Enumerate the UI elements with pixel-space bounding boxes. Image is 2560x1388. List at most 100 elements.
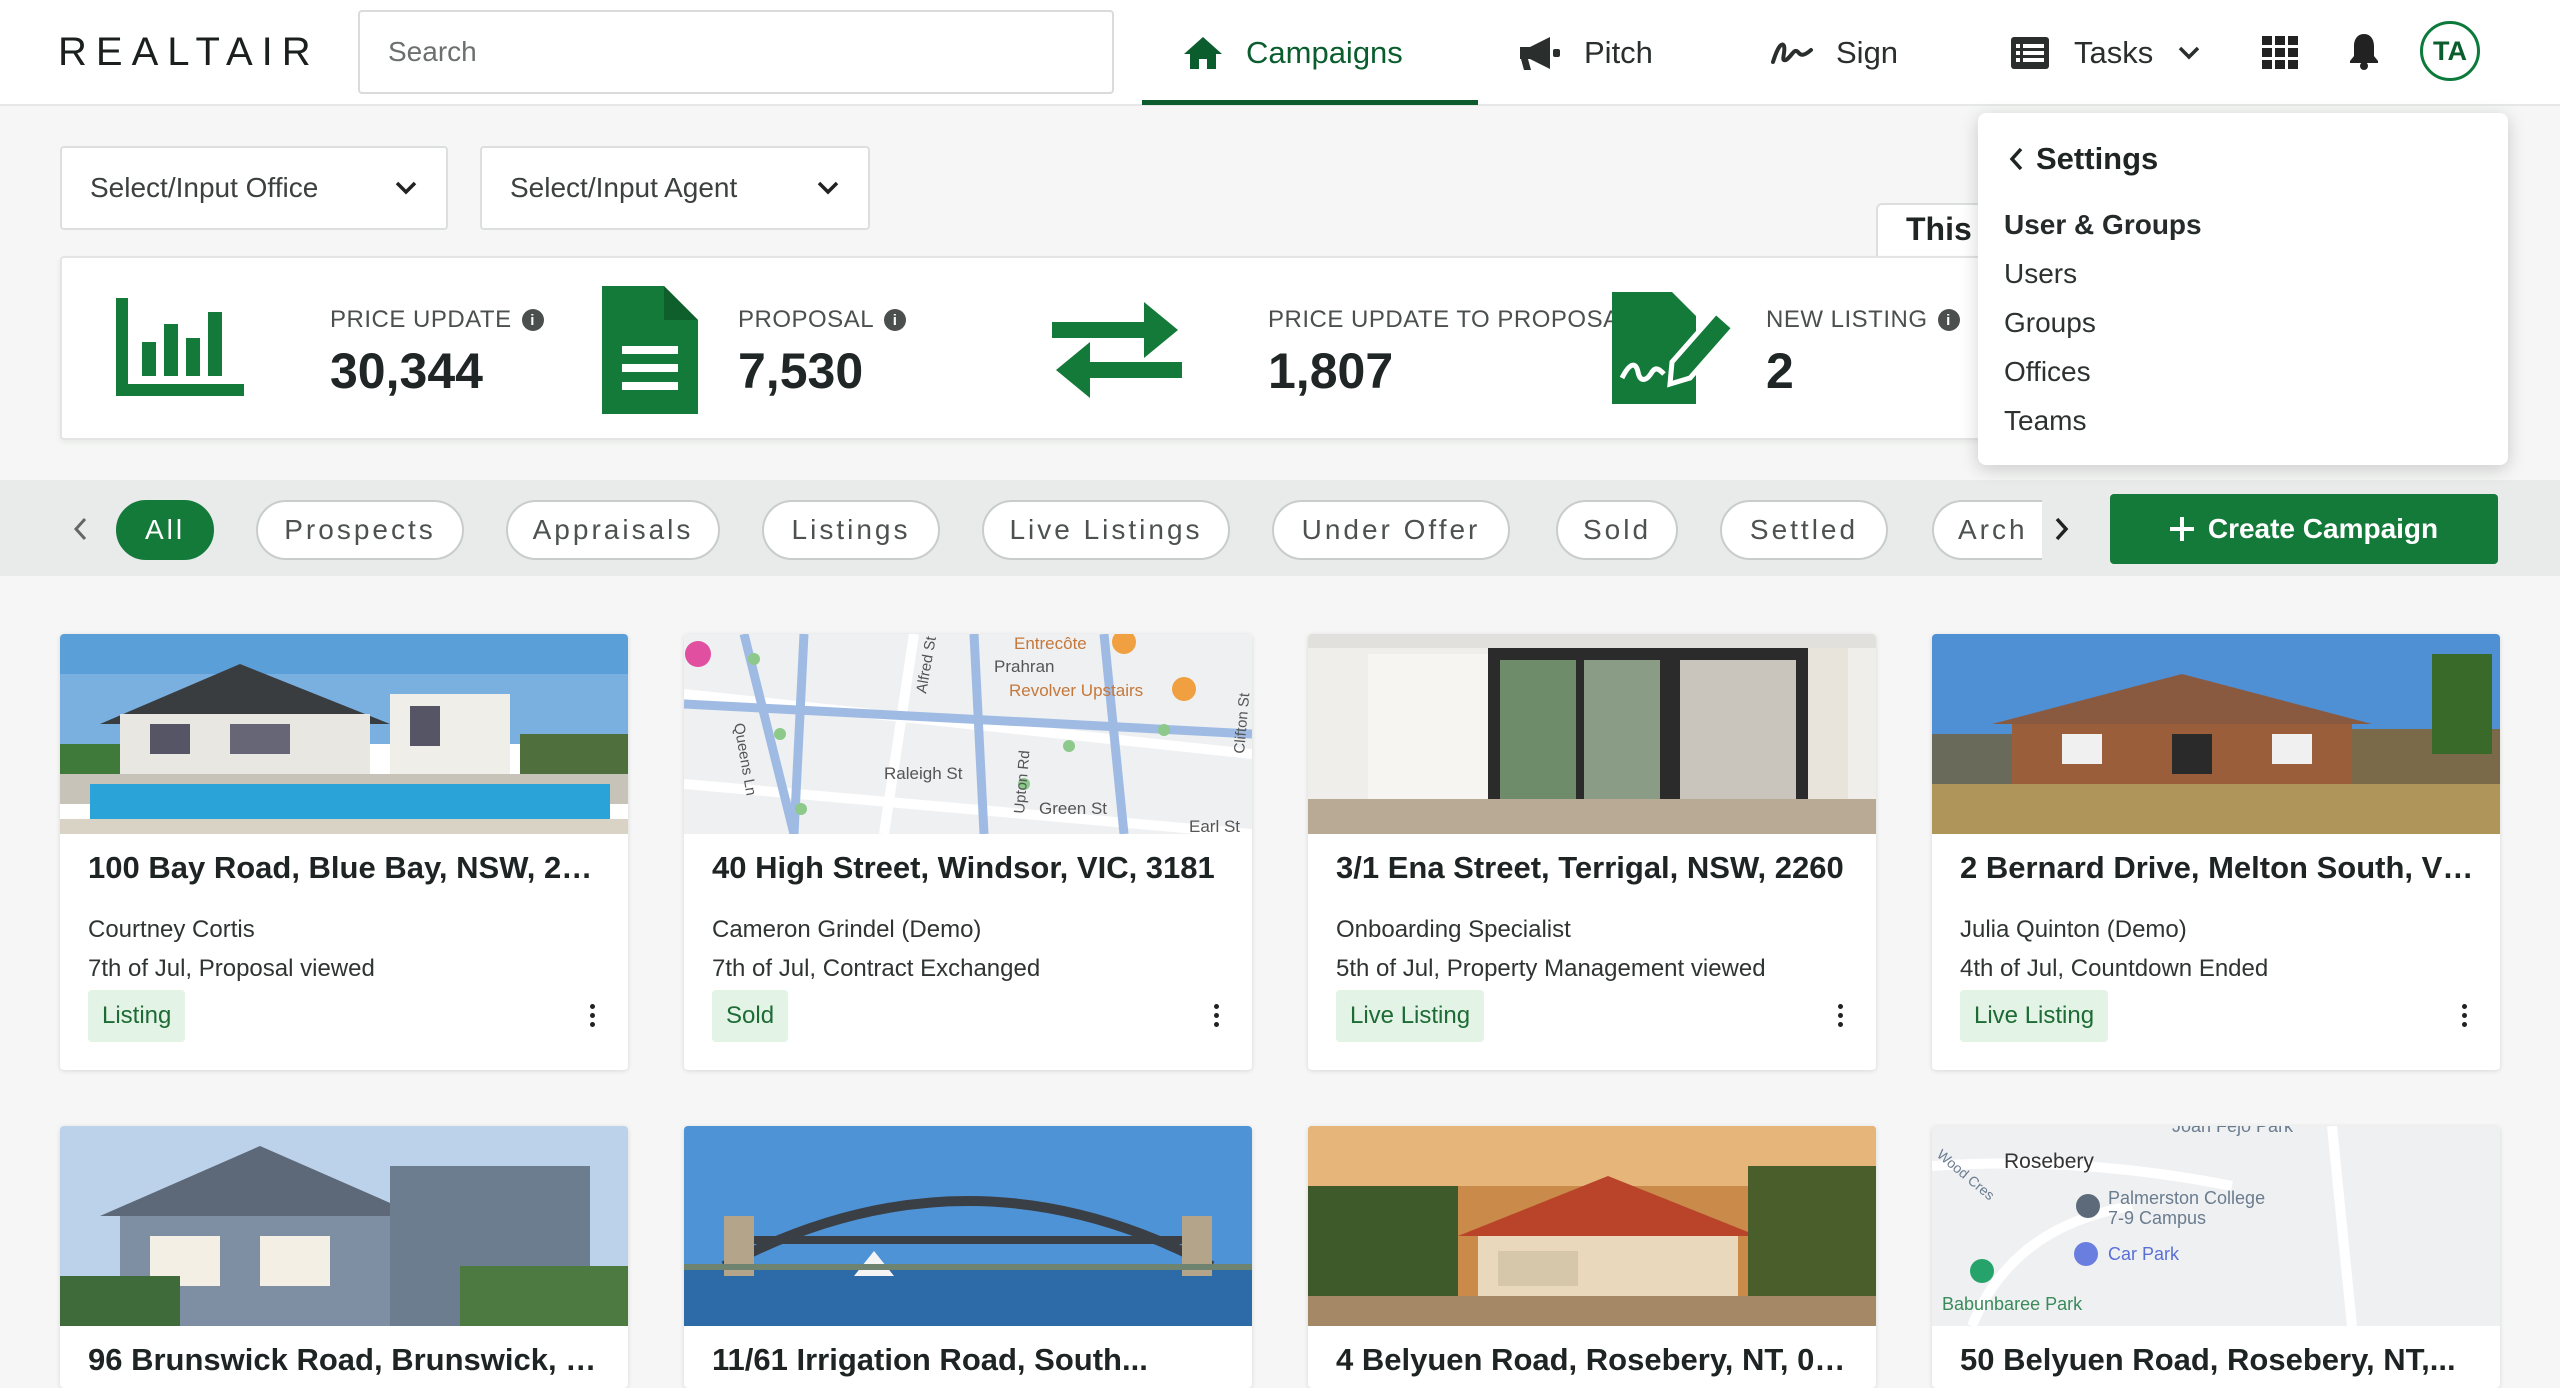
map-label: Babunbaree Park (1942, 1294, 2083, 1314)
active-tab-indicator (1142, 100, 1478, 105)
status-badge: Sold (712, 990, 789, 1042)
property-map: Entrecôte Prahran Revolver Upstairs Rale… (684, 634, 1252, 834)
campaign-card[interactable]: 100 Bay Road, Blue Bay, NSW, 2261 Courtn… (60, 634, 628, 1070)
settings-back-button[interactable]: Settings (2008, 141, 2158, 177)
stat-value: 30,344 (330, 343, 483, 399)
apps-grid-icon[interactable] (2262, 36, 2298, 75)
tab-pitch[interactable]: Pitch (1516, 0, 1653, 106)
agent-name: Onboarding Specialist (1336, 916, 1571, 943)
status-badge: Listing (88, 990, 186, 1042)
chip-prospects[interactable]: Prospects (256, 500, 464, 560)
chip-listings[interactable]: Listings (762, 500, 940, 560)
property-map: Joan Fejo Park Rosebery Palmerston Colle… (1932, 1126, 2500, 1326)
settings-item-users[interactable]: Users (2004, 258, 2077, 290)
period-tab[interactable]: This (1876, 203, 1986, 257)
bar-chart-icon (116, 298, 244, 396)
campaign-card[interactable]: 2 Bernard Drive, Melton South, VIC,... J… (1932, 634, 2500, 1070)
property-photo (1932, 634, 2500, 834)
settings-item-teams[interactable]: Teams (2004, 405, 2086, 437)
property-photo (1308, 1126, 1876, 1326)
stat-label: PROPOSAL (738, 306, 875, 333)
map-label: Joan Fejo Park (2172, 1126, 2294, 1136)
settings-back-label: Settings (2036, 141, 2159, 176)
property-photo (60, 1126, 628, 1326)
signature-icon (1771, 42, 1813, 64)
map-label: Entrecôte (1014, 634, 1087, 653)
plus-icon (2169, 517, 2194, 541)
tab-sign[interactable]: Sign (1770, 0, 1898, 106)
chip-archived[interactable]: Arch (1932, 500, 2042, 560)
property-address: 96 Brunswick Road, Brunswick, VIC,... (88, 1342, 608, 1377)
property-photo (1308, 634, 1876, 834)
chevron-left-icon (2009, 147, 2023, 171)
chip-sold[interactable]: Sold (1556, 500, 1678, 560)
tab-campaigns[interactable]: Campaigns (1182, 0, 1403, 106)
more-options-icon[interactable] (2458, 1000, 2470, 1036)
property-address: 4 Belyuen Road, Rosebery, NT, 0832 (1336, 1342, 1856, 1377)
office-select[interactable]: Select/Input Office (60, 146, 448, 230)
chevron-left-icon[interactable] (72, 516, 88, 547)
info-icon[interactable]: i (521, 309, 544, 331)
office-select-label: Select/Input Office (90, 172, 319, 203)
tab-campaigns-label: Campaigns (1246, 35, 1403, 70)
signed-document-icon (1612, 292, 1738, 404)
search-input[interactable] (358, 10, 1114, 94)
more-options-icon[interactable] (1210, 1000, 1222, 1036)
tab-pitch-label: Pitch (1584, 35, 1653, 70)
property-photo (684, 1126, 1252, 1326)
chip-live-listings[interactable]: Live Listings (982, 500, 1230, 560)
chip-all[interactable]: All (116, 500, 214, 560)
status-badge: Live Listing (1960, 990, 2109, 1042)
campaign-card[interactable]: 11/61 Irrigation Road, South... (684, 1126, 1252, 1388)
campaign-card[interactable]: 4 Belyuen Road, Rosebery, NT, 0832 (1308, 1126, 1876, 1388)
chip-under-offer[interactable]: Under Offer (1272, 500, 1510, 560)
avatar[interactable]: TA (2420, 21, 2480, 81)
campaign-card[interactable]: 96 Brunswick Road, Brunswick, VIC,... (60, 1126, 628, 1388)
chip-settled[interactable]: Settled (1720, 500, 1888, 560)
campaign-card[interactable]: Entrecôte Prahran Revolver Upstairs Rale… (684, 634, 1252, 1070)
home-icon (1184, 37, 1222, 69)
status-badge: Live Listing (1336, 990, 1485, 1042)
info-icon[interactable]: i (1937, 309, 1960, 331)
more-options-icon[interactable] (586, 1000, 598, 1036)
property-address: 50 Belyuen Road, Rosebery, NT,... (1960, 1342, 2456, 1377)
bell-icon[interactable] (2348, 32, 2380, 75)
settings-dropdown: Settings User & Groups Users Groups Offi… (1978, 113, 2508, 465)
stat-value: 1,807 (1268, 343, 1394, 399)
campaign-card[interactable]: Joan Fejo Park Rosebery Palmerston Colle… (1932, 1126, 2500, 1388)
stat-value: 2 (1766, 343, 1794, 399)
chevron-down-icon (817, 181, 839, 195)
last-activity: 7th of Jul, Contract Exchanged (712, 955, 1041, 982)
agent-name: Courtney Cortis (88, 916, 255, 943)
property-address: 40 High Street, Windsor, VIC, 3181 (712, 850, 1215, 885)
create-campaign-label: Create Campaign (2207, 513, 2439, 544)
map-label: Car Park (2108, 1244, 2180, 1264)
tab-sign-label: Sign (1836, 35, 1899, 70)
chip-appraisals[interactable]: Appraisals (506, 500, 720, 560)
property-photo (60, 634, 628, 834)
megaphone-icon (1520, 37, 1560, 70)
property-address: 2 Bernard Drive, Melton South, VIC,... (1960, 850, 2480, 885)
campaign-card[interactable]: 3/1 Ena Street, Terrigal, NSW, 2260 Onbo… (1308, 634, 1876, 1070)
stats-card: PRICE UPDATE i 30,344 PROPOSAL i 7,530 PRI… (60, 256, 2060, 440)
tab-tasks[interactable]: Tasks (2010, 0, 2201, 106)
stat-label: NEW LISTING (1766, 306, 1928, 333)
chevron-right-icon[interactable] (2054, 516, 2070, 547)
map-label: Prahran (994, 657, 1054, 676)
info-icon[interactable]: i (884, 309, 907, 331)
realtair-logo[interactable]: REALTAIR (58, 30, 320, 75)
stat-value: 7,530 (738, 343, 864, 399)
more-options-icon[interactable] (1834, 1000, 1846, 1036)
agent-name: Cameron Grindel (Demo) (712, 916, 982, 943)
create-campaign-button[interactable]: Create Campaign (2110, 494, 2498, 564)
agent-select[interactable]: Select/Input Agent (480, 146, 870, 230)
top-nav: REALTAIR Campaigns Pitch Sign Tasks TA (0, 0, 2560, 106)
settings-item-groups[interactable]: Groups (2004, 307, 2096, 339)
property-address: 3/1 Ena Street, Terrigal, NSW, 2260 (1336, 850, 1844, 885)
settings-section-heading: User & Groups (2004, 209, 2202, 240)
settings-item-offices[interactable]: Offices (2004, 356, 2091, 388)
map-label: 7-9 Campus (2108, 1208, 2206, 1228)
tab-tasks-label: Tasks (2074, 35, 2154, 70)
last-activity: 5th of Jul, Property Management viewed (1336, 955, 1766, 982)
map-label: Palmerston College (2108, 1188, 2265, 1208)
